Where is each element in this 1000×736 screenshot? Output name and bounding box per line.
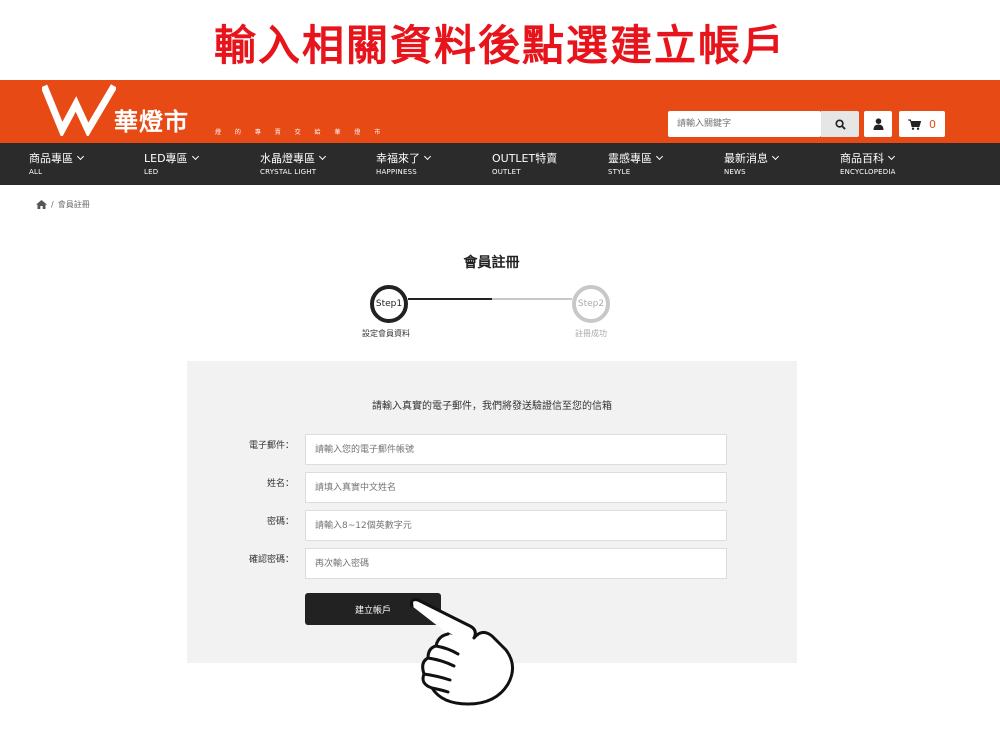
confirm-password-label: 確認密碼：	[248, 555, 294, 565]
nav-sublabel: CRYSTAL LIGHT	[260, 168, 317, 176]
progress-line-done	[408, 298, 492, 300]
form-intro-text: 請輸入真實的電子郵件，我們將發送驗證信至您的信箱	[372, 401, 612, 412]
nav-item-news[interactable]: 最新消息 NEWS	[724, 150, 780, 176]
nav-label: 商品專區	[29, 152, 73, 165]
nav-label: LED專區	[144, 152, 188, 165]
cart-count: 0	[929, 117, 936, 131]
chevron-down-icon	[771, 152, 780, 161]
email-field[interactable]	[306, 435, 726, 464]
step2-label: 註冊成功	[575, 329, 607, 338]
password-field-box[interactable]	[305, 510, 727, 541]
nav-item-encyclopedia[interactable]: 商品百科 ENCYCLOPEDIA	[840, 150, 896, 176]
name-label: 姓名：	[266, 479, 294, 489]
cart-button[interactable]: 0	[899, 111, 945, 137]
header-slogan: 燈 的 專 賣 交 給 華 燈 市	[215, 129, 387, 136]
logo-w-icon	[42, 84, 116, 136]
page-title: 會員註冊	[463, 255, 520, 271]
nav-sublabel: ENCYCLOPEDIA	[840, 168, 896, 176]
nav-label: OUTLET特賣	[492, 152, 558, 165]
chevron-down-icon	[318, 152, 327, 161]
nav-sublabel: NEWS	[724, 168, 746, 176]
email-field-box[interactable]	[305, 434, 727, 465]
cart-icon	[908, 119, 921, 130]
registration-stepper: Step1 Step2 設定會員資料 註冊成功	[360, 282, 620, 342]
name-field-box[interactable]	[305, 472, 727, 503]
password-row: 密碼：	[187, 510, 797, 542]
nav-label: 商品百科	[840, 152, 884, 165]
confirm-password-field-box[interactable]	[305, 548, 727, 579]
chevron-down-icon	[423, 152, 432, 161]
step2-indicator: Step2	[572, 285, 610, 323]
search-button[interactable]	[821, 111, 859, 137]
password-field[interactable]	[306, 511, 726, 540]
nav-sublabel: LED	[144, 168, 159, 176]
chevron-down-icon	[655, 152, 664, 161]
nav-sublabel: OUTLET	[492, 168, 521, 176]
search-field[interactable]	[668, 111, 821, 137]
nav-label: 水晶燈專區	[260, 152, 315, 165]
nav-sublabel: STYLE	[608, 168, 631, 176]
chevron-down-icon	[887, 152, 896, 161]
instruction-banner: 輸入相關資料後點選建立帳戶	[213, 21, 786, 70]
nav-item-outlet[interactable]: OUTLET特賣 OUTLET	[492, 150, 557, 176]
user-icon	[873, 118, 883, 130]
breadcrumb-separator: /	[51, 200, 54, 209]
search-input[interactable]	[668, 111, 821, 137]
progress-line-pending	[492, 298, 572, 300]
confirm-password-field[interactable]	[306, 549, 726, 578]
nav-sublabel: ALL	[29, 168, 43, 176]
confirm-password-row: 確認密碼：	[187, 548, 797, 580]
breadcrumb-current: 會員註冊	[57, 200, 90, 209]
pointing-hand-icon	[410, 598, 514, 706]
nav-item-all[interactable]: 商品專區 ALL	[29, 150, 85, 176]
search-icon	[834, 118, 846, 130]
nav-item-crystal-light[interactable]: 水晶燈專區 CRYSTAL LIGHT	[260, 150, 327, 176]
nav-item-led[interactable]: LED專區 LED	[144, 150, 199, 176]
name-row: 姓名：	[187, 472, 797, 504]
chevron-down-icon	[191, 152, 199, 161]
nav-label: 靈感專區	[608, 152, 652, 165]
nav-item-style[interactable]: 靈感專區 STYLE	[608, 150, 664, 176]
site-logo[interactable]: 華燈市	[42, 80, 232, 143]
name-field[interactable]	[306, 473, 726, 502]
nav-label: 最新消息	[724, 152, 768, 165]
home-icon[interactable]	[36, 200, 47, 209]
nav-label: 幸福來了	[376, 152, 420, 165]
chevron-down-icon	[76, 152, 85, 161]
step1-label: 設定會員資料	[362, 329, 410, 338]
breadcrumb: / 會員註冊	[36, 199, 90, 210]
step1-indicator: Step1	[370, 285, 408, 323]
password-label: 密碼：	[266, 517, 294, 527]
nav-sublabel: HAPPINESS	[376, 168, 417, 176]
main-nav: 商品專區 ALL LED專區 LED 水晶燈專區 CRYSTAL LIGHT 幸…	[0, 143, 1000, 185]
email-label: 電子郵件：	[248, 441, 294, 451]
logo-text: 華燈市	[114, 108, 189, 136]
account-button[interactable]	[864, 111, 892, 137]
nav-item-happiness[interactable]: 幸福來了 HAPPINESS	[376, 150, 432, 176]
email-row: 電子郵件：	[187, 434, 797, 466]
